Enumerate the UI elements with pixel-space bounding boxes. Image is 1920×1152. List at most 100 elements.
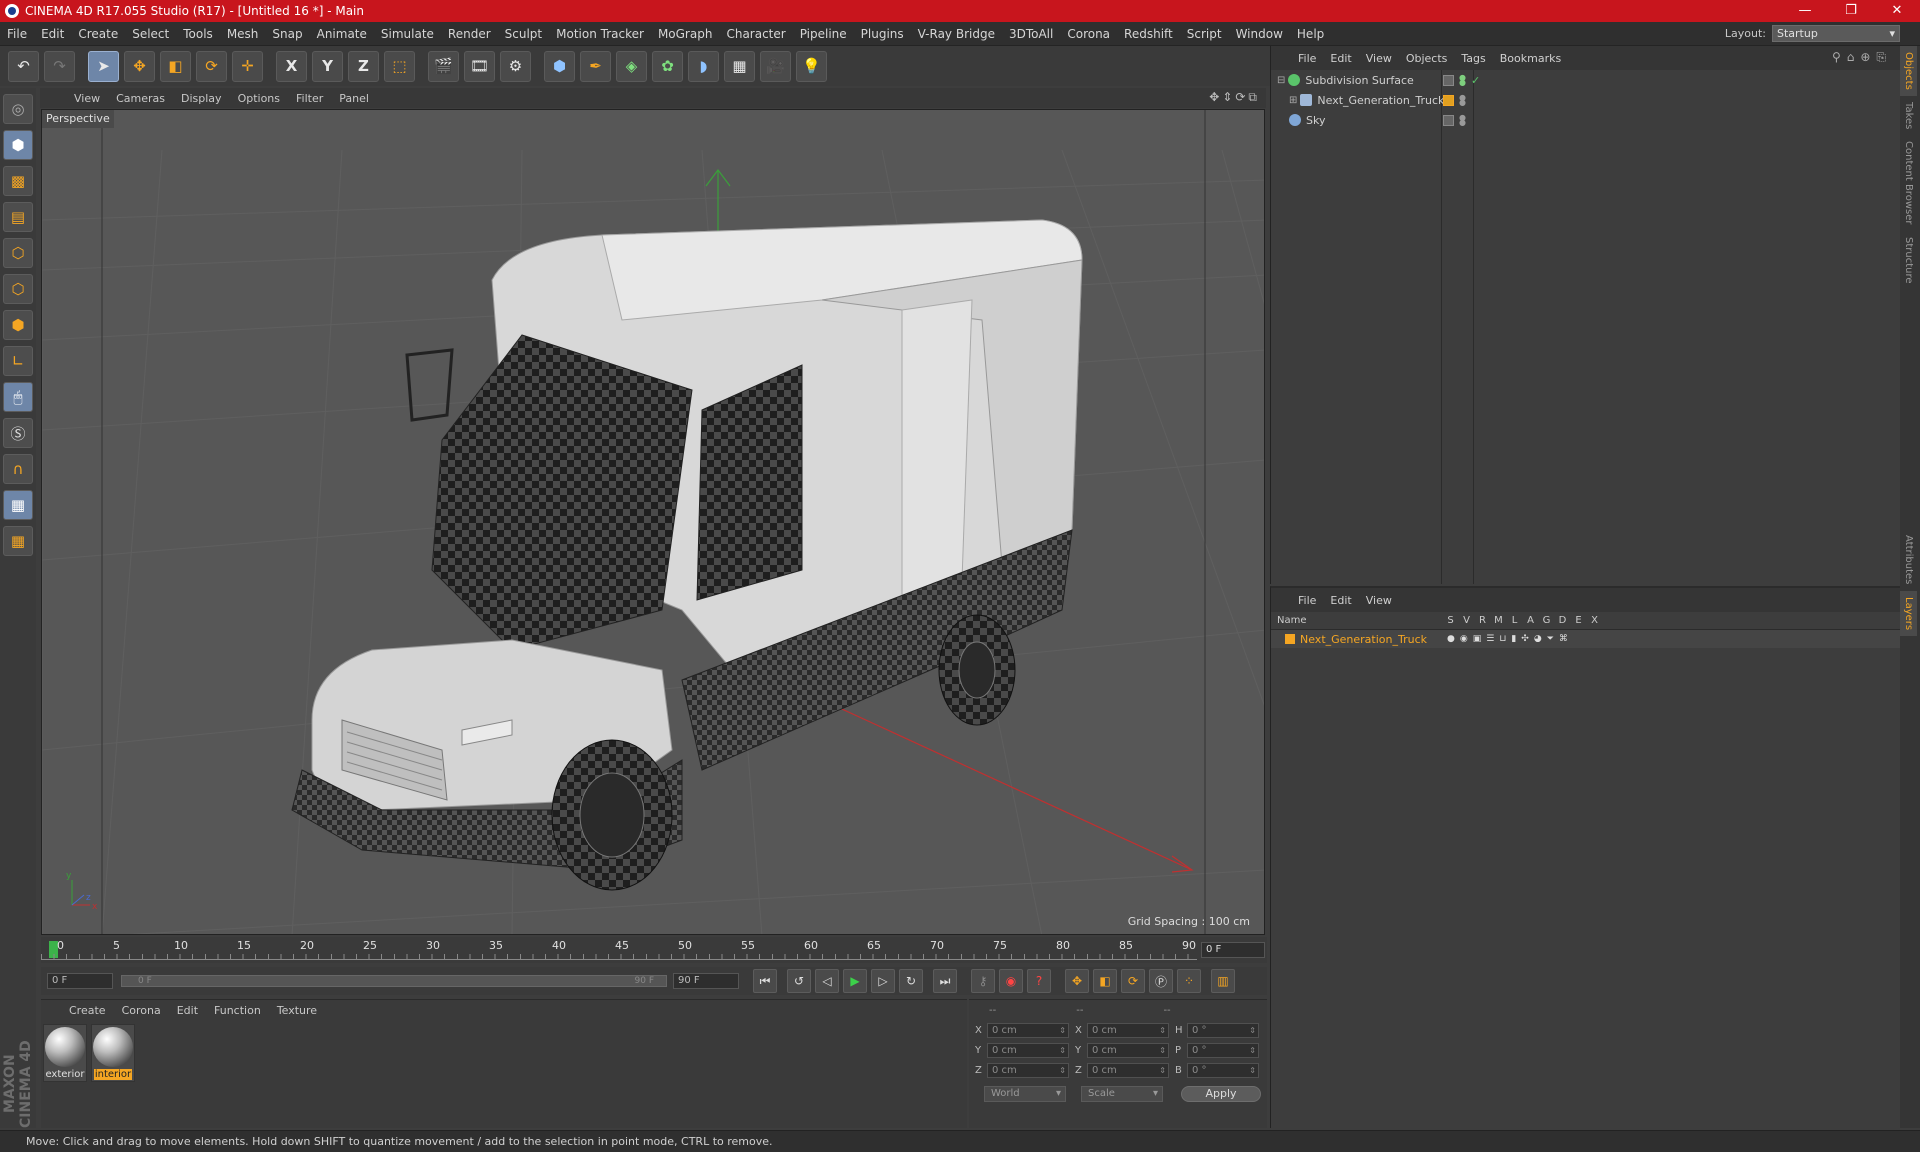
om-menu-edit[interactable]: Edit (1323, 52, 1358, 65)
tab-content-browser[interactable]: Content Browser (1900, 135, 1917, 230)
add-light-button[interactable]: 💡 (796, 50, 827, 82)
add-subdivision-button[interactable]: ◈ (616, 50, 647, 82)
snap-button[interactable]: ∩ (3, 454, 33, 484)
layer-flag-toggles[interactable]: ● ◉ ▣ ☰ ⊔ ▮ ✣ ◕ ⏷ ⌘ (1447, 634, 1568, 644)
y-axis-lock-button[interactable]: Y (312, 50, 343, 82)
end-frame-field[interactable]: 90 F (673, 973, 739, 989)
generator-toggle-icon[interactable]: ✣ (1521, 634, 1529, 644)
motion-record-button[interactable]: ⚷ (971, 969, 995, 993)
undo-button[interactable]: ↶ (8, 50, 39, 82)
frame-range-slider[interactable]: 0 F 90 F (121, 975, 667, 987)
add-cube-button[interactable]: ⬢ (544, 50, 575, 82)
menu-pipeline[interactable]: Pipeline (793, 27, 854, 41)
render-view-button[interactable]: 🎬 (428, 50, 459, 82)
add-spline-button[interactable]: ✒ (580, 50, 611, 82)
om-menu-file[interactable]: File (1291, 52, 1323, 65)
render-to-picture-viewer-button[interactable]: 🎞 (464, 50, 495, 82)
viewport-menu-display[interactable]: Display (173, 92, 230, 105)
lm-menu-view[interactable]: View (1359, 594, 1399, 607)
expand-icon[interactable]: ⊞ (1289, 95, 1297, 106)
previous-key-button[interactable]: ↺ (787, 969, 811, 993)
rotation-p-field[interactable]: 0 ° (1187, 1042, 1259, 1058)
object-row-sky[interactable]: Sky ● ● (1271, 110, 1900, 130)
layer-row-truck[interactable]: Next_Generation_Truck ● ◉ ▣ ☰ ⊔ ▮ ✣ ◕ ⏷ … (1271, 630, 1900, 648)
menu-3dtoall[interactable]: 3DToAll (1002, 27, 1060, 41)
enabled-check-icon[interactable]: ✓ (1471, 74, 1480, 87)
tab-attributes[interactable]: Attributes (1900, 529, 1917, 590)
go-to-start-button[interactable]: ⏮ (753, 969, 777, 993)
planar-workplane-button[interactable]: ▦ (3, 526, 33, 556)
viewport-menu-options[interactable]: Options (230, 92, 288, 105)
menu-render[interactable]: Render (441, 27, 498, 41)
go-to-end-button[interactable]: ⏭ (933, 969, 957, 993)
close-button[interactable]: ✕ (1874, 0, 1920, 22)
next-key-button[interactable]: ↻ (899, 969, 923, 993)
record-button[interactable]: ◉ (999, 969, 1023, 993)
menu-mesh[interactable]: Mesh (220, 27, 266, 41)
material-menu-texture[interactable]: Texture (269, 1004, 325, 1017)
om-menu-bookmarks[interactable]: Bookmarks (1493, 52, 1568, 65)
viewport-nav-icons[interactable]: ✥⇕⟳⧉ (1209, 90, 1260, 105)
menu-script[interactable]: Script (1180, 27, 1229, 41)
rotation-h-field[interactable]: 0 ° (1187, 1022, 1259, 1038)
play-button[interactable]: ▶ (843, 969, 867, 993)
next-frame-button[interactable]: ▷ (871, 969, 895, 993)
menu-window[interactable]: Window (1229, 27, 1290, 41)
menu-snap[interactable]: Snap (265, 27, 309, 41)
menu-mograph[interactable]: MoGraph (651, 27, 720, 41)
menu-plugins[interactable]: Plugins (854, 27, 911, 41)
layer-color-swatch[interactable] (1443, 94, 1454, 106)
texture-mode-button[interactable]: ▩ (3, 166, 33, 196)
enabled-checkbox[interactable] (1443, 74, 1454, 86)
size-z-field[interactable]: 0 cm (1087, 1062, 1169, 1078)
key-scale-button[interactable]: ◧ (1093, 969, 1117, 993)
menu-create[interactable]: Create (71, 27, 125, 41)
menu-help[interactable]: Help (1290, 27, 1331, 41)
scale-tool-button[interactable]: ◧ (160, 50, 191, 82)
collapse-icon[interactable]: ⊟ (1277, 75, 1285, 86)
key-pla-button[interactable]: ⁘ (1177, 969, 1201, 993)
menu-edit[interactable]: Edit (34, 27, 71, 41)
apply-button[interactable]: Apply (1181, 1086, 1261, 1102)
menu-animate[interactable]: Animate (310, 27, 374, 41)
material-menu-corona[interactable]: Corona (114, 1004, 169, 1017)
object-row-subdivision-surface[interactable]: ⊟ Subdivision Surface ● ● ✓ (1271, 70, 1900, 90)
tab-takes[interactable]: Takes (1900, 96, 1917, 135)
size-y-field[interactable]: 0 cm (1087, 1042, 1169, 1058)
view-eye-icon[interactable]: ◉ (1460, 634, 1468, 644)
visibility-dots[interactable]: ● ● (1459, 114, 1466, 127)
menu-redshift[interactable]: Redshift (1117, 27, 1180, 41)
lock-toggle-icon[interactable]: ⊔ (1499, 634, 1506, 644)
move-tool-button[interactable]: ✥ (124, 50, 155, 82)
lm-menu-edit[interactable]: Edit (1323, 594, 1358, 607)
menu-simulate[interactable]: Simulate (374, 27, 441, 41)
enabled-checkbox[interactable] (1443, 114, 1454, 126)
viewport-menu-cameras[interactable]: Cameras (108, 92, 173, 105)
axis-mode-button[interactable]: ∟ (3, 346, 33, 376)
previous-frame-button[interactable]: ◁ (815, 969, 839, 993)
lm-menu-file[interactable]: File (1291, 594, 1323, 607)
restore-button[interactable]: ❐ (1828, 0, 1874, 22)
menu-sculpt[interactable]: Sculpt (498, 27, 549, 41)
xref-toggle-icon[interactable]: ⌘ (1559, 634, 1568, 644)
object-manager-tool-icons[interactable]: ⚲⌂⊕⎘ (1832, 50, 1892, 65)
tweak-mode-button[interactable]: 🖱 (3, 382, 33, 412)
position-z-field[interactable]: 0 cm (987, 1062, 1069, 1078)
locked-workplane-button[interactable]: ▦ (3, 490, 33, 520)
x-axis-lock-button[interactable]: X (276, 50, 307, 82)
viewport-menu-view[interactable]: View (66, 92, 108, 105)
object-row-truck[interactable]: ⊞ Next_Generation_Truck ● ● (1271, 90, 1900, 110)
solo-toggle-icon[interactable]: ● (1447, 634, 1455, 644)
visibility-dots[interactable]: ● ● (1459, 94, 1466, 107)
start-frame-field[interactable]: 0 F (47, 973, 113, 989)
current-frame-field[interactable]: 0 F (1201, 942, 1265, 958)
viewport-menu-filter[interactable]: Filter (288, 92, 331, 105)
redo-button[interactable]: ↷ (44, 50, 75, 82)
recent-tool-button[interactable]: ✛ (232, 50, 263, 82)
material-menu-create[interactable]: Create (61, 1004, 114, 1017)
rotate-tool-button[interactable]: ⟳ (196, 50, 227, 82)
layer-color-swatch[interactable] (1285, 634, 1295, 644)
material-interior[interactable]: interior (91, 1024, 135, 1082)
menu-motion-tracker[interactable]: Motion Tracker (549, 27, 651, 41)
position-x-field[interactable]: 0 cm (987, 1022, 1069, 1038)
